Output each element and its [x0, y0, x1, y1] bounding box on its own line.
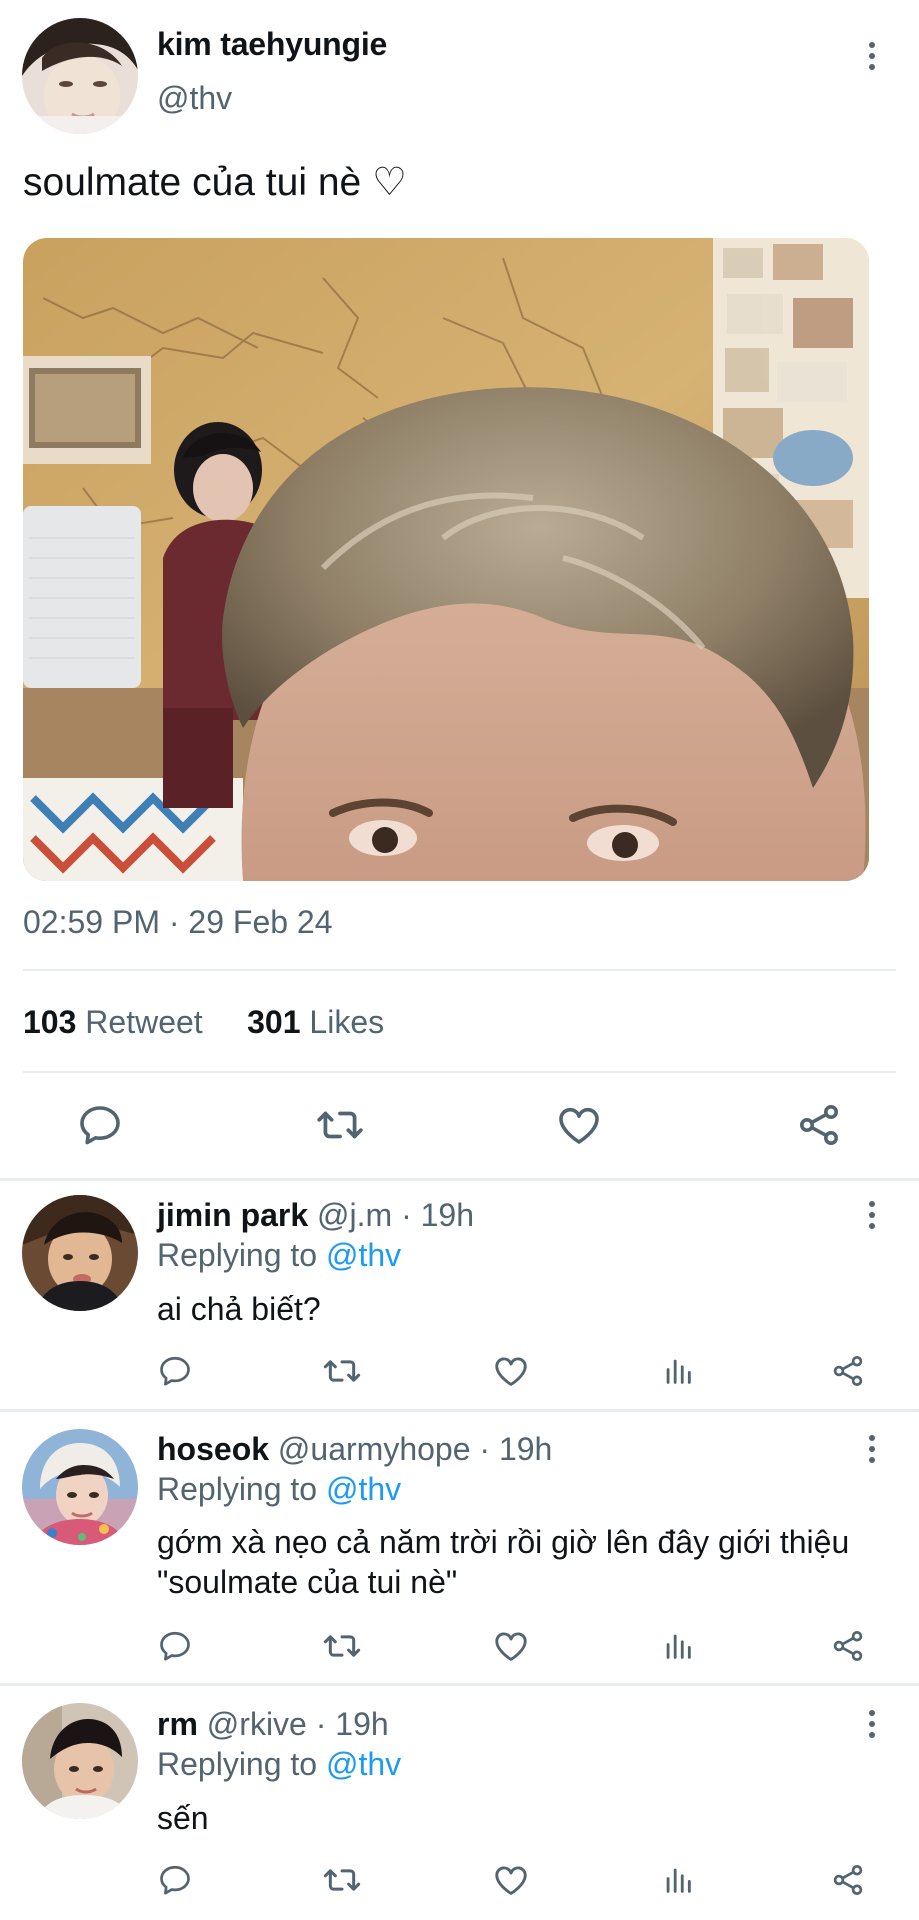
reply-text: gớm xà nẹo cả năm trời rồi giờ lên đây g…: [157, 1524, 850, 1600]
share-icon[interactable]: [791, 1097, 847, 1153]
replying-to: Replying to @thv: [157, 1746, 402, 1782]
tweet-timestamp[interactable]: 02:59 PM · 29 Feb 24: [23, 904, 333, 941]
more-options-icon[interactable]: [857, 1429, 887, 1469]
reply-header[interactable]: rm @rkive · 19h: [157, 1706, 389, 1743]
reply-separator: [0, 1178, 919, 1181]
mention-link[interactable]: @thv: [326, 1237, 401, 1273]
reply-meta: @j.m · 19h: [317, 1197, 475, 1233]
reply-text: sến: [157, 1800, 209, 1836]
tweet-photo[interactable]: [23, 238, 869, 881]
like-icon[interactable]: [489, 1624, 533, 1668]
retweet-icon[interactable]: [320, 1624, 364, 1668]
more-options-icon[interactable]: [857, 1704, 887, 1744]
retweet-count[interactable]: 103 Retweet: [23, 1004, 203, 1040]
retweet-icon[interactable]: [312, 1097, 368, 1153]
reply-separator: [0, 1683, 919, 1686]
like-count[interactable]: 301 Likes: [247, 1004, 384, 1040]
like-icon[interactable]: [551, 1097, 607, 1153]
views-icon[interactable]: [656, 1624, 700, 1668]
author-avatar[interactable]: [22, 18, 138, 134]
reply-author-name[interactable]: rm: [157, 1706, 198, 1742]
reply-avatar[interactable]: [22, 1429, 138, 1545]
mention-link[interactable]: @thv: [326, 1746, 401, 1782]
reply-icon[interactable]: [153, 1349, 197, 1393]
retweet-icon[interactable]: [320, 1349, 364, 1393]
more-options-icon[interactable]: [857, 1195, 887, 1235]
divider: [23, 1071, 896, 1073]
reply-icon[interactable]: [153, 1858, 197, 1902]
author-name[interactable]: kim taehyungie: [157, 26, 387, 63]
reply-avatar[interactable]: [22, 1703, 138, 1819]
reply-meta: @rkive · 19h: [206, 1706, 389, 1742]
share-icon[interactable]: [826, 1349, 870, 1393]
reply-text: ai chả biết?: [157, 1291, 321, 1327]
replying-to: Replying to @thv: [157, 1471, 402, 1507]
share-icon[interactable]: [826, 1858, 870, 1902]
reply-separator: [0, 1409, 919, 1412]
views-icon[interactable]: [656, 1349, 700, 1393]
like-icon[interactable]: [489, 1858, 533, 1902]
like-icon[interactable]: [489, 1349, 533, 1393]
reply-author-name[interactable]: jimin park: [157, 1197, 308, 1233]
reply-header[interactable]: hoseok @uarmyhope · 19h: [157, 1431, 552, 1468]
tweet-stats: 103 Retweet 301 Likes: [23, 1004, 384, 1041]
views-icon[interactable]: [656, 1858, 700, 1902]
reply-meta: @uarmyhope · 19h: [277, 1431, 553, 1467]
divider: [23, 969, 896, 971]
mention-link[interactable]: @thv: [326, 1471, 401, 1507]
author-handle[interactable]: @thv: [157, 80, 232, 117]
replying-to: Replying to @thv: [157, 1237, 402, 1273]
tweet-text: soulmate của tui nè ♡: [23, 161, 408, 204]
reply-author-name[interactable]: hoseok: [157, 1431, 269, 1467]
retweet-icon[interactable]: [320, 1858, 364, 1902]
reply-avatar[interactable]: [22, 1195, 138, 1311]
share-icon[interactable]: [826, 1624, 870, 1668]
reply-icon[interactable]: [72, 1097, 128, 1153]
reply-header[interactable]: jimin park @j.m · 19h: [157, 1197, 474, 1234]
more-options-icon[interactable]: [857, 36, 887, 76]
reply-icon[interactable]: [153, 1624, 197, 1668]
